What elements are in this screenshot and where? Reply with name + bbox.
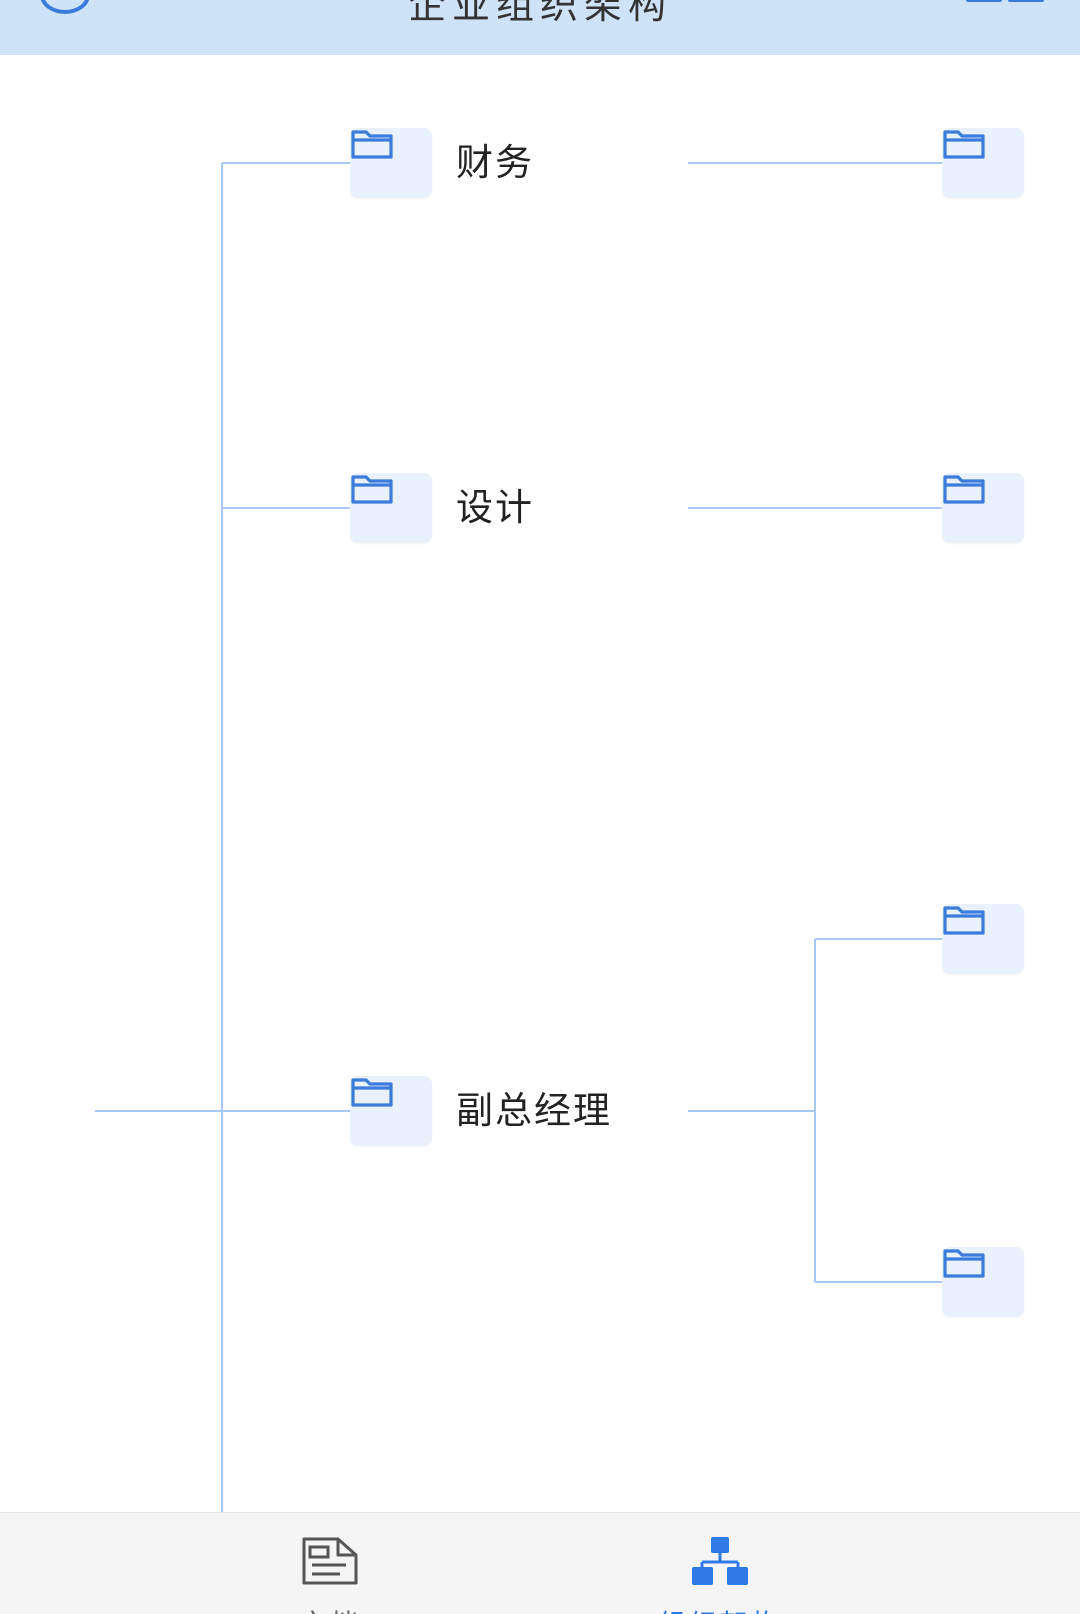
tree-connector-lines (95, 162, 942, 1513)
tab-documents[interactable]: 文档 (230, 1513, 430, 1614)
node-deputy-gm[interactable] (350, 1076, 432, 1146)
folder-icon (351, 1078, 393, 1107)
child-node-deputy-gm-2[interactable] (942, 1247, 1024, 1317)
node-design-label[interactable]: 设计 (456, 486, 534, 530)
org-tree: 财务 设计 副总经理 (0, 55, 1080, 1513)
folder-icon (351, 130, 393, 159)
node-finance-label[interactable]: 财务 (456, 141, 534, 185)
page-title: 企业组织架构 (407, 0, 672, 27)
node-deputy-gm-label[interactable]: 副总经理 (456, 1089, 612, 1133)
node-finance[interactable] (350, 128, 432, 198)
tab-documents-label: 文档 (230, 1603, 430, 1614)
menu-icon[interactable] (966, 0, 1044, 2)
folder-icon (943, 906, 985, 935)
child-node-deputy-gm-1[interactable] (942, 904, 1024, 974)
app-header: 企业组织架构 (0, 0, 1080, 55)
node-design[interactable] (350, 473, 432, 543)
folder-icon (943, 475, 985, 504)
child-node-finance[interactable] (942, 128, 1024, 198)
tab-org-structure-label: 组织架构 (620, 1603, 820, 1614)
tab-org-structure[interactable]: 组织架构 (620, 1513, 820, 1614)
folder-icon (943, 1249, 985, 1278)
org-chart-icon (692, 1537, 748, 1585)
bottom-tab-bar: 文档 组织架构 (0, 1512, 1080, 1614)
child-node-design[interactable] (942, 473, 1024, 543)
folder-icon (943, 130, 985, 159)
document-icon (302, 1537, 358, 1585)
folder-icon (351, 475, 393, 504)
